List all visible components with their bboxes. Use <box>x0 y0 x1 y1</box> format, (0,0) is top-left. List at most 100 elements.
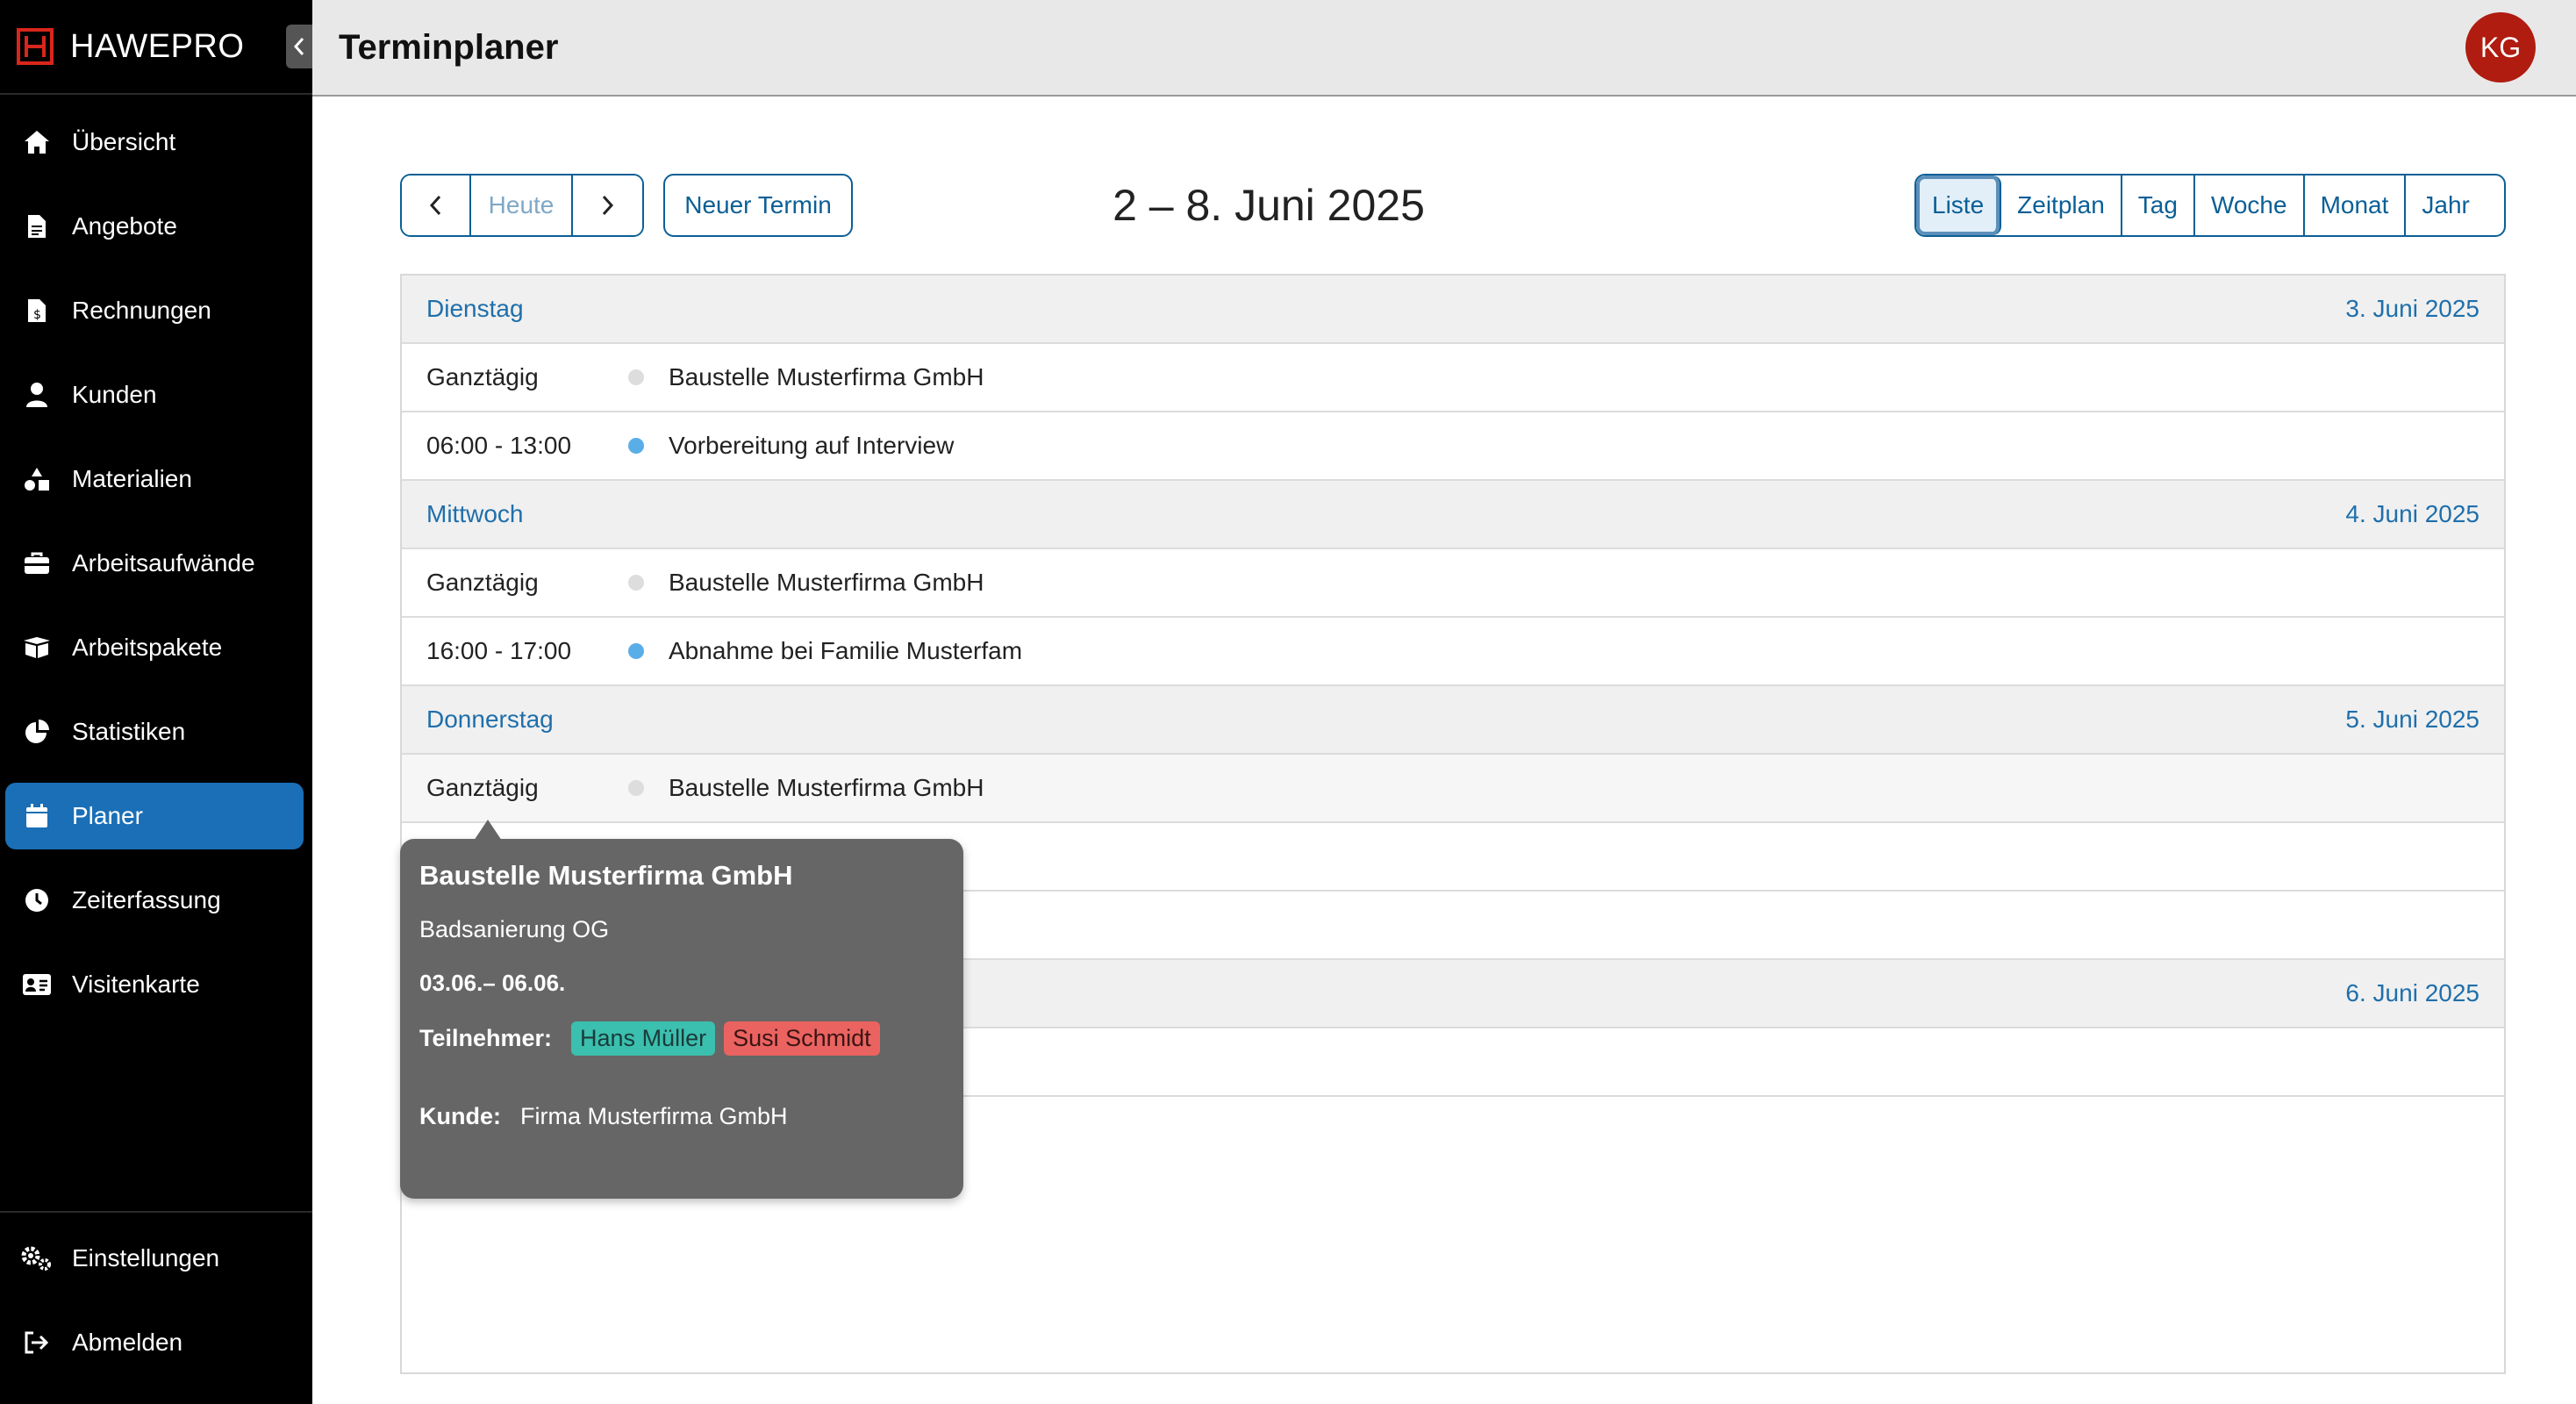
sidebar-item-visitenkarte[interactable]: Visitenkarte <box>5 951 304 1018</box>
sidebar-bottom-nav: Einstellungen Abmelden <box>0 1211 312 1404</box>
sidebar-item-label: Statistiken <box>72 718 186 745</box>
sidebar-item-label: Zeiterfassung <box>72 886 221 913</box>
today-button[interactable]: Heute <box>470 176 574 235</box>
view-tag-button[interactable]: Tag <box>2122 176 2195 235</box>
sidebar: HAWEPRO Übersicht Angebote $ Rechnungen <box>0 0 312 1404</box>
top-header: Terminplaner KG <box>312 0 2576 97</box>
view-liste-button[interactable]: Liste <box>1916 176 2002 235</box>
day-name[interactable]: Mittwoch <box>426 500 523 528</box>
day-name[interactable]: Dienstag <box>426 295 524 323</box>
event-title[interactable]: Vorbereitung auf Interview <box>669 432 954 460</box>
sidebar-collapse-button[interactable] <box>286 25 312 68</box>
sidebar-item-label: Materialien <box>72 465 192 492</box>
tooltip-dates: 03.06.– 06.06. <box>419 970 566 996</box>
sidebar-item-uebersicht[interactable]: Übersicht <box>5 109 304 176</box>
event-row[interactable]: Ganztägig Baustelle Musterfirma GmbH <box>402 549 2504 618</box>
event-title[interactable]: Baustelle Musterfirma GmbH <box>669 569 984 597</box>
sidebar-item-kunden[interactable]: Kunden <box>5 362 304 428</box>
event-title[interactable]: Baustelle Musterfirma GmbH <box>669 774 984 802</box>
hawepro-logo-icon <box>17 28 54 65</box>
event-time: 16:00 - 17:00 <box>426 637 572 664</box>
shapes-icon <box>21 463 53 495</box>
day-header: Mittwoch 4. Juni 2025 <box>402 481 2504 549</box>
sidebar-item-planer[interactable]: Planer <box>5 783 304 849</box>
day-date[interactable]: 5. Juni 2025 <box>2345 706 2479 734</box>
sidebar-item-arbeitsaufwaende[interactable]: Arbeitsaufwände <box>5 530 304 597</box>
view-jahr-button[interactable]: Jahr <box>2406 176 2486 235</box>
view-woche-button[interactable]: Woche <box>2194 176 2305 235</box>
view-monat-button[interactable]: Monat <box>2304 176 2407 235</box>
chevron-left-icon <box>430 195 441 216</box>
home-icon <box>21 126 53 158</box>
logout-icon <box>21 1327 53 1358</box>
new-appointment-button[interactable]: Neuer Termin <box>663 174 853 237</box>
sidebar-item-arbeitspakete[interactable]: Arbeitspakete <box>5 614 304 681</box>
sidebar-item-label: Übersicht <box>72 128 176 155</box>
view-switcher: Liste Zeitplan Tag Woche Monat Jahr <box>1914 174 2506 237</box>
day-date[interactable]: 6. Juni 2025 <box>2345 979 2479 1007</box>
toolbox-icon <box>21 548 53 579</box>
event-title[interactable]: Baustelle Musterfirma GmbH <box>669 363 984 391</box>
page-title: Terminplaner <box>339 27 559 67</box>
participants-label: Teilnehmer: <box>419 1025 553 1051</box>
sidebar-item-label: Visitenkarte <box>72 971 200 998</box>
sidebar-item-angebote[interactable]: Angebote <box>5 193 304 260</box>
event-color-dot <box>628 575 644 591</box>
tooltip-participants: Teilnehmer: Hans Müller Susi Schmidt <box>419 1021 944 1056</box>
date-nav-group: Heute <box>400 174 644 237</box>
user-icon <box>21 379 53 411</box>
customer-label: Kunde: <box>419 1103 501 1129</box>
event-color-dot <box>628 780 644 796</box>
sidebar-item-einstellungen[interactable]: Einstellungen <box>5 1225 304 1292</box>
tooltip-arrow <box>474 820 502 841</box>
event-title[interactable]: Abnahme bei Familie Musterfam <box>669 637 1022 665</box>
event-time: Ganztägig <box>426 774 539 801</box>
sidebar-item-zeiterfassung[interactable]: Zeiterfassung <box>5 867 304 934</box>
date-range-title: 2 – 8. Juni 2025 <box>1113 181 1425 230</box>
gears-icon <box>21 1243 53 1274</box>
day-header: Donnerstag 5. Juni 2025 <box>402 686 2504 755</box>
sidebar-nav: Übersicht Angebote $ Rechnungen Kunden M… <box>0 95 312 1018</box>
event-row[interactable]: Ganztägig Baustelle Musterfirma GmbH <box>402 344 2504 412</box>
document-icon <box>21 211 53 242</box>
brand-name: HAWEPRO <box>70 27 245 65</box>
event-list: Dienstag 3. Juni 2025 Ganztägig Baustell… <box>400 274 2506 1374</box>
sidebar-item-abmelden[interactable]: Abmelden <box>5 1309 304 1376</box>
day-date[interactable]: 3. Juni 2025 <box>2345 295 2479 323</box>
event-time: Ganztägig <box>426 363 539 390</box>
pie-chart-icon <box>21 716 53 748</box>
sidebar-item-label: Rechnungen <box>72 297 211 324</box>
event-tooltip: Baustelle Musterfirma GmbH Badsanierung … <box>400 820 963 1199</box>
sidebar-item-statistiken[interactable]: Statistiken <box>5 698 304 765</box>
sidebar-item-label: Arbeitspakete <box>72 634 223 661</box>
event-color-dot <box>628 369 644 385</box>
participant-tag: Hans Müller <box>571 1021 716 1056</box>
event-row[interactable]: 16:00 - 17:00 Abnahme bei Familie Muster… <box>402 618 2504 686</box>
sidebar-item-label: Angebote <box>72 212 177 240</box>
calendar-toolbar: Heute Neuer Termin 2 – 8. Juni 2025 List… <box>400 174 2506 237</box>
customer-value: Firma Musterfirma GmbH <box>519 1103 788 1129</box>
event-time: Ganztägig <box>426 569 539 596</box>
event-row[interactable]: Ganztägig Baustelle Musterfirma GmbH <box>402 755 2504 823</box>
calendar-icon <box>21 800 53 832</box>
event-color-dot <box>628 438 644 454</box>
id-card-icon <box>21 969 53 1000</box>
clock-icon <box>21 885 53 916</box>
sidebar-item-rechnungen[interactable]: $ Rechnungen <box>5 277 304 344</box>
event-row[interactable]: 06:00 - 13:00 Vorbereitung auf Interview <box>402 412 2504 481</box>
sidebar-item-materialien[interactable]: Materialien <box>5 446 304 512</box>
user-avatar[interactable]: KG <box>2465 12 2536 82</box>
day-name[interactable]: Donnerstag <box>426 706 554 734</box>
sidebar-item-label: Abmelden <box>72 1329 183 1356</box>
view-zeitplan-button[interactable]: Zeitplan <box>2001 176 2122 235</box>
next-button[interactable] <box>573 176 642 235</box>
sidebar-item-label: Kunden <box>72 381 157 408</box>
svg-text:$: $ <box>33 308 41 322</box>
sidebar-item-label: Arbeitsaufwände <box>72 549 255 577</box>
tooltip-title: Baustelle Musterfirma GmbH <box>419 860 793 891</box>
chevron-right-icon <box>602 195 613 216</box>
day-date[interactable]: 4. Juni 2025 <box>2345 500 2479 528</box>
participant-tag: Susi Schmidt <box>724 1021 880 1056</box>
prev-button[interactable] <box>402 176 471 235</box>
sidebar-item-label: Planer <box>72 802 143 829</box>
